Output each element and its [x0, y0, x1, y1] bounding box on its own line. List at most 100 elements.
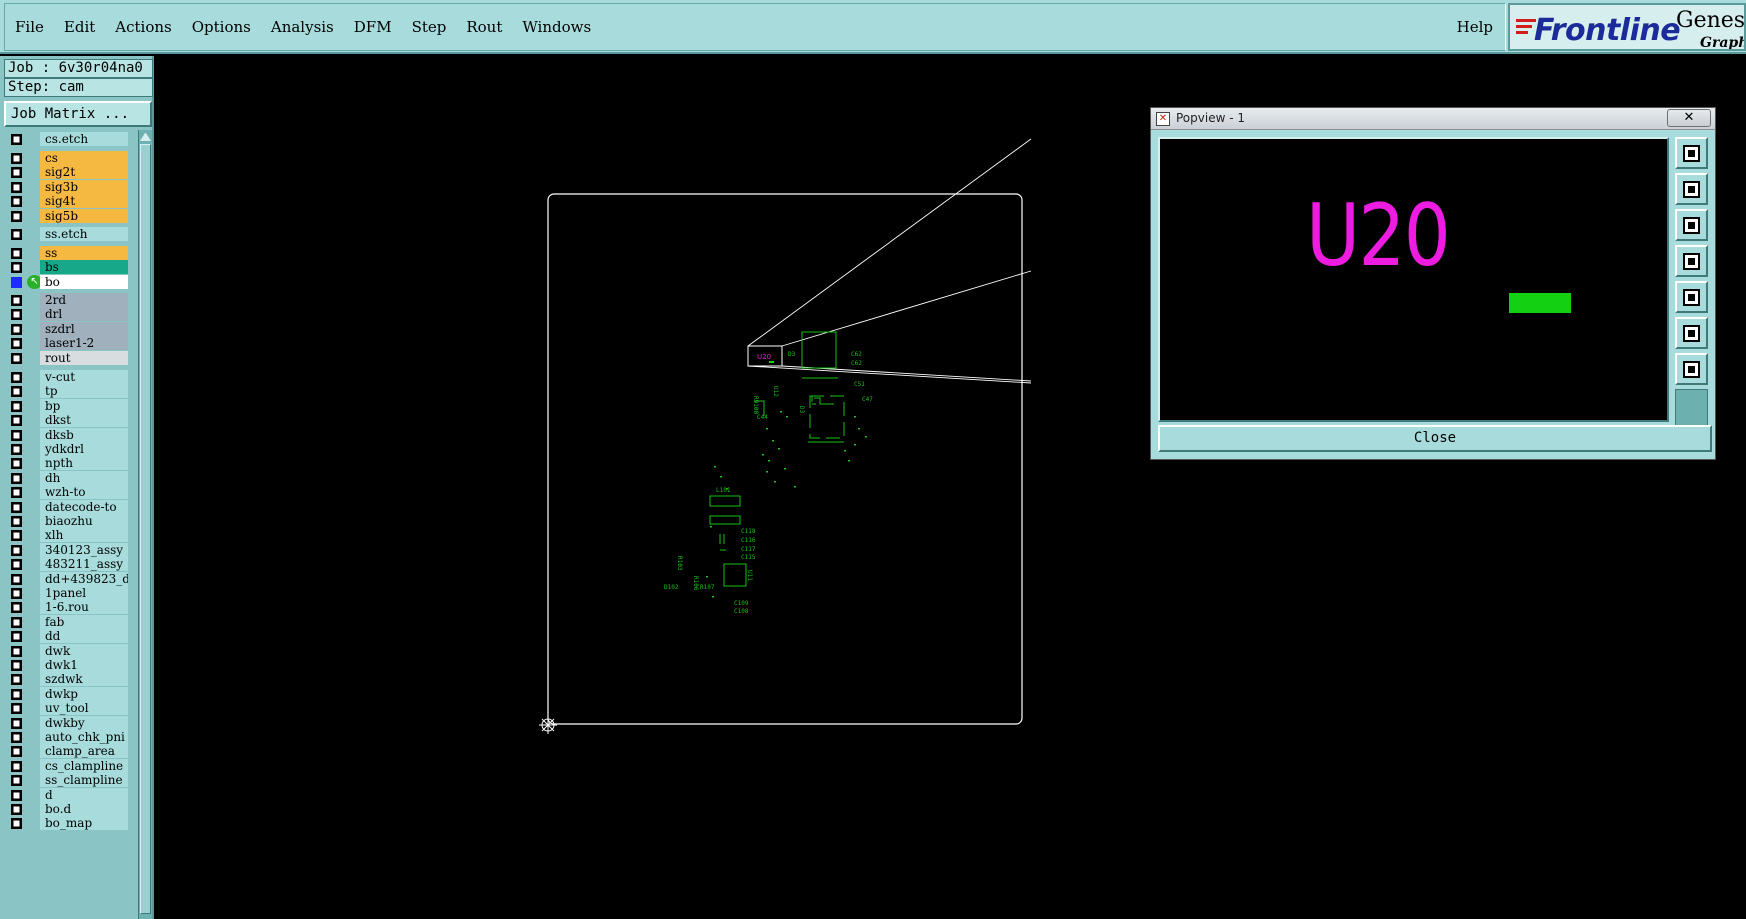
layer-checkbox[interactable]	[11, 530, 22, 542]
layer-checkbox[interactable]	[11, 134, 22, 145]
zoom-home-icon[interactable]	[1675, 137, 1708, 169]
layer-checkbox[interactable]	[11, 818, 22, 830]
layer-name[interactable]: bs	[40, 260, 128, 275]
layer-name[interactable]: fab	[40, 614, 128, 629]
zoom-in-icon[interactable]	[1675, 317, 1708, 349]
layer-name[interactable]: sig3b	[40, 179, 128, 194]
layer-name[interactable]: dksb	[40, 427, 128, 442]
layer-name[interactable]: laser1-2	[40, 336, 128, 351]
popview-view[interactable]: U20	[1158, 137, 1669, 422]
layer-checkbox[interactable]	[11, 295, 22, 306]
zoom-out-icon[interactable]	[1675, 353, 1708, 385]
popview-close-button[interactable]: Close	[1158, 425, 1712, 452]
layer-row-sig5b[interactable]: sig5b	[4, 208, 134, 224]
layer-checkbox[interactable]	[11, 386, 22, 398]
layer-name[interactable]: 2rd	[40, 293, 128, 307]
layer-name[interactable]: dd	[40, 629, 128, 644]
menu-actions[interactable]: Actions	[115, 18, 171, 36]
layer-row-rout[interactable]: rout	[4, 350, 134, 366]
layer-checkbox[interactable]	[11, 760, 22, 772]
layer-checkbox[interactable]	[11, 229, 22, 240]
layer-row-cs-etch[interactable]: cs.etch	[4, 131, 134, 147]
layer-checkbox[interactable]	[11, 602, 22, 614]
pan-right-icon[interactable]	[1675, 281, 1708, 313]
layer-name[interactable]: biaozhu	[40, 514, 128, 528]
layer-checkbox[interactable]	[11, 631, 22, 643]
layer-checkbox[interactable]	[11, 323, 22, 335]
layer-checkbox[interactable]	[11, 804, 22, 815]
layer-name[interactable]: cs	[40, 151, 128, 165]
layer-checkbox[interactable]	[11, 688, 22, 700]
layer-checkbox[interactable]	[11, 472, 22, 484]
layer-checkbox[interactable]	[11, 616, 22, 628]
job-matrix-button[interactable]: Job Matrix ...	[4, 101, 152, 127]
layer-checkbox[interactable]	[11, 717, 22, 729]
layer-name[interactable]: dh	[40, 470, 128, 485]
layer-name[interactable]: cs.etch	[40, 132, 128, 146]
layer-row-bo-map[interactable]: bo_map	[4, 815, 134, 831]
layer-name[interactable]: dkst	[40, 413, 128, 428]
layer-name[interactable]: npth	[40, 456, 128, 471]
layer-checkbox[interactable]	[11, 645, 22, 657]
layer-checkbox[interactable]	[11, 352, 22, 364]
layer-checkbox[interactable]	[11, 660, 22, 671]
menu-options[interactable]: Options	[192, 18, 251, 36]
pan-down-icon[interactable]	[1675, 209, 1708, 241]
layer-checkbox[interactable]	[11, 400, 22, 412]
layer-name[interactable]: dwk	[40, 643, 128, 658]
layer-name[interactable]: 1panel	[40, 586, 128, 600]
layer-checkbox[interactable]	[11, 248, 22, 259]
layer-name[interactable]: xlh	[40, 528, 128, 543]
layer-name[interactable]: dd+439823_d	[40, 571, 128, 586]
menu-dfm[interactable]: DFM	[354, 18, 392, 36]
layer-name[interactable]: 483211_assy	[40, 557, 128, 572]
layer-checkbox[interactable]	[11, 429, 22, 441]
layer-name[interactable]: dwk1	[40, 658, 128, 672]
layer-checkbox[interactable]	[11, 789, 22, 801]
layer-checkbox[interactable]	[11, 210, 22, 222]
layer-checkbox[interactable]	[11, 415, 22, 427]
layer-name[interactable]: uv_tool	[40, 701, 128, 716]
pan-left-icon[interactable]	[1675, 245, 1708, 277]
scroll-thumb[interactable]	[140, 144, 151, 914]
layer-name[interactable]: tp	[40, 384, 128, 399]
layer-name[interactable]: dwkby	[40, 715, 128, 730]
layer-name[interactable]: clamp_area	[40, 744, 128, 759]
menu-edit[interactable]: Edit	[64, 18, 95, 36]
layer-checkbox[interactable]	[11, 458, 22, 470]
layer-name[interactable]: szdrl	[40, 321, 128, 336]
layer-checkbox[interactable]	[11, 544, 22, 556]
layer-checkbox[interactable]	[11, 153, 22, 164]
layer-name[interactable]: bo	[40, 274, 128, 289]
layer-name[interactable]: bo_map	[40, 816, 128, 831]
menu-analysis[interactable]: Analysis	[271, 18, 334, 36]
layer-checkbox[interactable]	[11, 674, 22, 686]
layer-name[interactable]: dwkp	[40, 686, 128, 701]
scroll-up-icon[interactable]	[140, 132, 151, 141]
layer-checkbox[interactable]	[11, 338, 22, 350]
layer-checkbox[interactable]	[11, 372, 22, 383]
layer-row-ss-etch[interactable]: ss.etch	[4, 226, 134, 242]
layer-checkbox[interactable]	[11, 262, 22, 274]
layer-checkbox[interactable]	[11, 501, 22, 513]
layer-name[interactable]: ydkdrl	[40, 442, 128, 456]
layer-checkbox[interactable]	[11, 775, 22, 787]
layer-checkbox[interactable]	[11, 516, 22, 527]
layer-name[interactable]: bo.d	[40, 802, 128, 816]
layer-name[interactable]: ss	[40, 246, 128, 260]
popview-titlebar[interactable]: ✕ Popview - 1 ✕	[1151, 108, 1715, 130]
layer-row-bo[interactable]: ↖ bo	[4, 274, 134, 290]
layer-name[interactable]: wzh-to	[40, 485, 128, 500]
layer-checkbox[interactable]	[11, 196, 22, 208]
menu-help[interactable]: Help	[1457, 18, 1493, 36]
window-close-button[interactable]: ✕	[1667, 109, 1711, 127]
menu-rout[interactable]: Rout	[466, 18, 502, 36]
layer-checkbox[interactable]	[11, 588, 22, 599]
pan-up-icon[interactable]	[1675, 173, 1708, 205]
layer-checkbox[interactable]	[11, 444, 22, 455]
layer-name[interactable]: auto_chk_pni	[40, 730, 128, 744]
layer-name[interactable]: sig5b	[40, 208, 128, 223]
layer-checkbox[interactable]	[11, 276, 22, 288]
layer-checkbox[interactable]	[11, 487, 22, 499]
layer-name[interactable]: 340123_assy	[40, 542, 128, 557]
